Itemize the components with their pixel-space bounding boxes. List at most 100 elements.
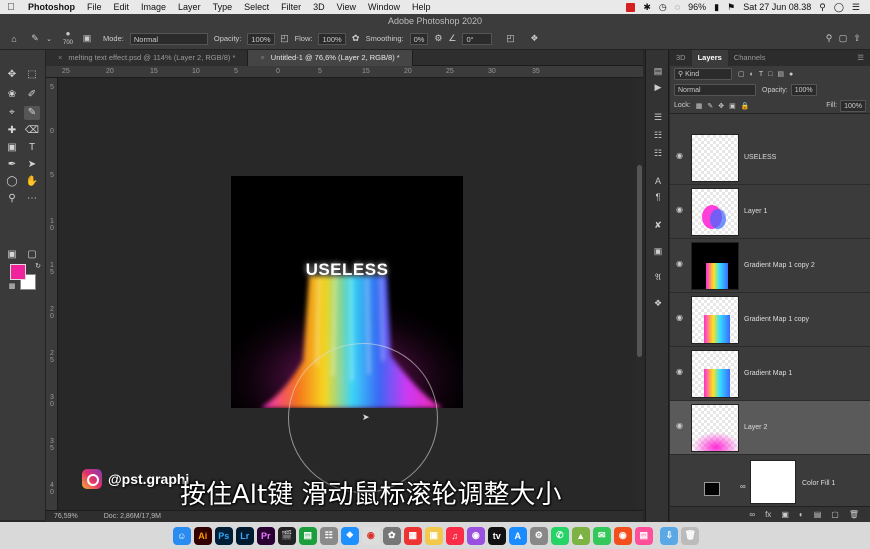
visibility-eye-icon[interactable]: ◉ [676, 259, 683, 268]
apple-menu-icon[interactable]:  [0, 2, 22, 13]
notification-icon[interactable]: ☰ [848, 2, 864, 13]
vertical-ruler[interactable]: 5 0 5 1 0 1 5 2 0 2 5 3 0 3 5 4 0 [46, 78, 58, 510]
marquee-tool-icon[interactable]: ⬚ [24, 68, 40, 82]
trash-icon[interactable]: 🗑 [681, 526, 700, 545]
filter-shape-icon[interactable]: □ [768, 71, 772, 78]
filter-toggle-icon[interactable]: ● [789, 71, 793, 78]
panel-menu-icon[interactable]: ☰ [851, 50, 870, 66]
filter-type-icon[interactable]: T [759, 71, 763, 78]
menu-3d[interactable]: 3D [307, 2, 331, 12]
notes-icon[interactable]: ▤ [634, 526, 653, 545]
play-actions-icon[interactable]: ▶ [650, 80, 666, 94]
link-layers-icon[interactable]: ∞ [744, 510, 760, 519]
menu-image[interactable]: Image [135, 2, 172, 12]
lock-pixels-icon[interactable]: ▦ [696, 102, 703, 110]
screen-mode-icon[interactable]: ▢ [24, 248, 40, 262]
crop-tool-icon[interactable]: ⌖ [4, 106, 20, 120]
chrome-icon[interactable]: ◉ [361, 526, 380, 545]
ellipse-tool-icon[interactable]: ◯ [4, 175, 20, 189]
final-cut-icon[interactable]: 🎬 [277, 526, 296, 545]
properties-icon[interactable]: ☷ [650, 128, 666, 142]
link-chain-icon[interactable]: ∞ [740, 482, 746, 491]
pen-tool-icon[interactable]: ✒ [4, 158, 20, 172]
visibility-eye-icon[interactable]: ◉ [676, 151, 683, 160]
chevron-down-icon[interactable]: ⌄ [42, 35, 56, 43]
tab-melting-text[interactable]: × melting text effect.psd @ 114% (Layer 2… [46, 50, 249, 66]
flag-icon[interactable]: ⚑ [723, 2, 739, 13]
character-icon[interactable]: A [650, 174, 666, 188]
scrollbar-thumb[interactable] [637, 165, 642, 357]
pressure-opacity-icon[interactable]: ◰ [278, 33, 292, 44]
more-tools-icon[interactable]: ⋯ [24, 192, 40, 206]
menu-file[interactable]: File [81, 2, 108, 12]
smoothing-input[interactable]: 0% [409, 32, 429, 45]
zoom-level[interactable]: 76,59% [46, 513, 86, 520]
new-layer-icon[interactable]: ▢ [826, 510, 844, 519]
eraser-tool-icon[interactable]: ⌫ [24, 124, 40, 138]
quick-select-tool-icon[interactable]: ✐ [24, 88, 40, 102]
tools-preset-icon[interactable]: ✘ [650, 218, 666, 232]
android-icon[interactable]: ▲ [571, 526, 590, 545]
path-select-tool-icon[interactable]: ➤ [24, 158, 40, 172]
fx-icon[interactable]: fx [760, 510, 776, 519]
libraries-icon[interactable]: ☷ [650, 146, 666, 160]
layer-row-useless[interactable]: ◉ USELESS [670, 131, 870, 185]
flow-input[interactable]: 100% [318, 32, 346, 45]
healing-tool-icon[interactable]: ✚ [4, 124, 20, 138]
menu-view[interactable]: View [331, 2, 362, 12]
photoshop-icon[interactable]: Ps [214, 526, 233, 545]
layer-row-gradient-map-copy-2[interactable]: ◉ Gradient Map 1 copy 2 [670, 239, 870, 293]
apple-tv-icon[interactable]: tv [487, 526, 506, 545]
numbers-icon[interactable]: ▤ [298, 526, 317, 545]
brush-tool-icon[interactable]: ✎ [24, 106, 40, 120]
lock-position-icon[interactable]: ✥ [718, 102, 724, 110]
messages-icon[interactable]: ✉ [592, 526, 611, 545]
menu-type[interactable]: Type [207, 2, 239, 12]
visibility-eye-icon[interactable]: ◉ [676, 367, 683, 376]
horizontal-ruler[interactable]: 25 20 15 10 5 0 5 15 20 25 30 35 [46, 66, 643, 78]
adjustment-layer-icon[interactable]: ◐ [794, 510, 809, 519]
layer-filter-select[interactable]: ⚲ Kind [674, 68, 732, 80]
tab-3d[interactable]: 3D [670, 50, 692, 66]
paragraph-styles-icon[interactable]: 𝔄 [650, 270, 666, 284]
podcasts-icon[interactable]: ◉ [466, 526, 485, 545]
wifi-icon[interactable]: ◌ [671, 2, 684, 12]
new-group-icon[interactable]: ▤ [809, 510, 827, 519]
visibility-eye-icon[interactable]: ◉ [676, 313, 683, 322]
lock-all-icon[interactable]: 🔒 [741, 102, 750, 110]
tab-channels[interactable]: Channels [728, 50, 772, 66]
search-icon[interactable]: ⚲ [822, 33, 836, 44]
layer-opacity-input[interactable]: 100% [790, 84, 817, 96]
illustrator-icon[interactable]: Ai [193, 526, 212, 545]
whatsapp-icon[interactable]: ✆ [550, 526, 569, 545]
angle-icon[interactable]: ∠ [445, 33, 459, 44]
menu-select[interactable]: Select [238, 2, 275, 12]
spotlight-icon[interactable]: ⚲ [815, 2, 830, 13]
airbrush-icon[interactable]: ✿ [349, 33, 363, 44]
brush-settings-icon[interactable]: ▣ [80, 33, 94, 44]
mode-select[interactable]: Normal [129, 32, 208, 45]
fill-color-swatch[interactable] [704, 482, 720, 496]
filter-adjustment-icon[interactable]: ◐ [750, 71, 754, 78]
safari-icon[interactable]: ❖ [340, 526, 359, 545]
filter-smart-icon[interactable]: ▤ [777, 70, 784, 78]
menu-layer[interactable]: Layer [172, 2, 207, 12]
layer-row-gradient-map-copy[interactable]: ◉ Gradient Map 1 copy [670, 293, 870, 347]
layer-row-color-fill[interactable]: ∞ Color Fill 1 [670, 458, 870, 512]
clock-datetime[interactable]: Sat 27 Jun 08.38 [739, 2, 815, 12]
paragraph-icon[interactable]: ¶ [650, 190, 666, 204]
menu-help[interactable]: Help [406, 2, 437, 12]
gear-icon[interactable]: ⚙ [431, 33, 445, 44]
pressure-size-icon[interactable]: ◰ [503, 33, 517, 44]
photos-icon[interactable]: ✿ [382, 526, 401, 545]
app-store-icon[interactable]: A [508, 526, 527, 545]
lock-paint-icon[interactable]: ✎ [707, 102, 713, 110]
menu-app-name[interactable]: Photoshop [22, 2, 81, 12]
trash-icon[interactable]: 🗑 [844, 510, 864, 519]
tab-untitled-1[interactable]: × Untitled-1 @ 76,6% (Layer 2, RGB/8) * [248, 50, 413, 66]
glyphs-icon[interactable]: ▣ [650, 244, 666, 258]
layer-fill-input[interactable]: 100% [840, 99, 866, 112]
layer-row-layer-1[interactable]: ◉ Layer 1 [670, 185, 870, 239]
share-icon[interactable]: ⇧ [850, 33, 864, 44]
history-icon[interactable]: ▤ [650, 64, 666, 78]
